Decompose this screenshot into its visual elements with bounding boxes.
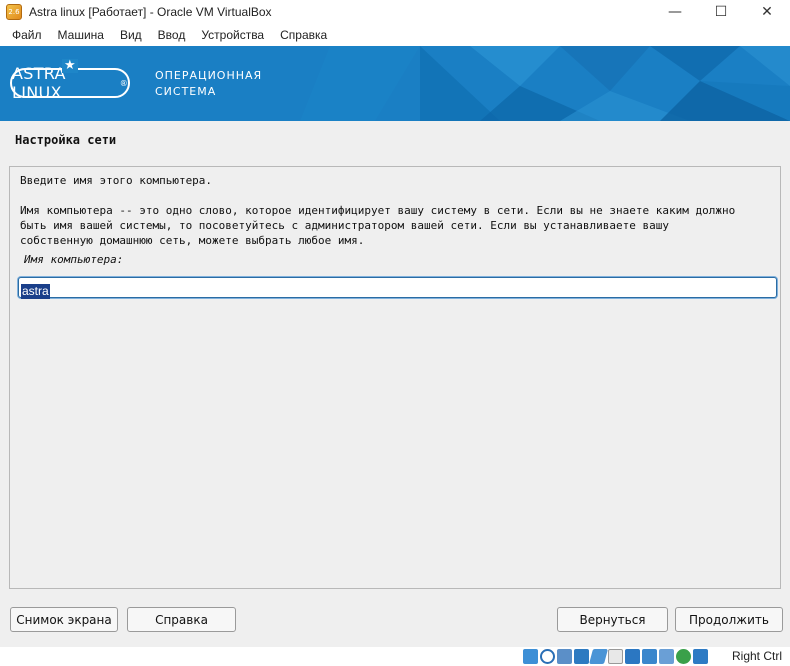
recording-icon[interactable] [642, 649, 657, 664]
network-icon[interactable] [574, 649, 589, 664]
hostname-value: astra [21, 284, 50, 299]
menu-file[interactable]: Файл [4, 28, 50, 42]
registered-mark: ® [119, 78, 128, 88]
continue-button[interactable]: Продолжить [675, 607, 783, 632]
back-button[interactable]: Вернуться [557, 607, 668, 632]
window-title: Astra linux [Работает] - Oracle VM Virtu… [29, 5, 272, 19]
vrde-icon[interactable] [659, 649, 674, 664]
window-controls: — ☐ ✕ [652, 0, 790, 24]
usb-icon[interactable] [588, 649, 609, 664]
logo-subtitle-line1: ОПЕРАЦИОННАЯ [155, 69, 263, 82]
hostname-label: Имя компьютера: [24, 253, 124, 266]
menu-view[interactable]: Вид [112, 28, 150, 42]
description-line-1: Имя компьютера -- это одно слово, которо… [20, 204, 736, 217]
status-icons [523, 649, 708, 664]
optical-drive-icon[interactable] [540, 649, 555, 664]
window-titlebar: 2.6 Astra linux [Работает] - Oracle VM V… [0, 0, 790, 24]
maximize-button[interactable]: ☐ [698, 0, 744, 24]
screenshot-button[interactable]: Снимок экрана [10, 607, 118, 632]
installer-banner: ASTRA LINUX ® ★ ОПЕРАЦИОННАЯ СИСТЕМА [0, 46, 790, 121]
host-key-label: Right Ctrl [732, 649, 783, 663]
hard-disk-icon[interactable] [523, 649, 538, 664]
close-button[interactable]: ✕ [744, 0, 790, 24]
menu-input[interactable]: Ввод [150, 28, 194, 42]
menu-machine[interactable]: Машина [50, 28, 112, 42]
logo-subtitle: ОПЕРАЦИОННАЯ СИСТЕМА [155, 68, 262, 100]
logo-subtitle-line2: СИСТЕМА [155, 85, 217, 98]
shared-folders-icon[interactable] [608, 649, 623, 664]
cpu-icon[interactable] [676, 649, 691, 664]
hostname-input[interactable]: astra [18, 277, 777, 299]
description-line-2: быть имя вашей системы, то посоветуйтесь… [20, 219, 670, 232]
installer-content: Настройка сети Введите имя этого компьют… [0, 121, 790, 647]
audio-icon[interactable] [557, 649, 572, 664]
virtualbox-app-icon: 2.6 [6, 4, 22, 20]
description-line-3: собственную домашнюю сеть, можете выбрат… [20, 234, 365, 247]
help-button[interactable]: Справка [127, 607, 236, 632]
star-icon: ★ [62, 58, 78, 73]
menu-devices[interactable]: Устройства [193, 28, 272, 42]
menu-help[interactable]: Справка [272, 28, 335, 42]
menu-bar: Файл Машина Вид Ввод Устройства Справка [0, 24, 790, 46]
mouse-integration-icon[interactable] [693, 649, 708, 664]
status-bar: Right Ctrl [0, 647, 790, 666]
prompt-text: Введите имя этого компьютера. [20, 174, 213, 187]
display-icon[interactable] [625, 649, 640, 664]
section-title: Настройка сети [15, 133, 117, 147]
minimize-button[interactable]: — [652, 0, 698, 24]
hostname-panel: Введите имя этого компьютера. Имя компью… [9, 166, 781, 589]
